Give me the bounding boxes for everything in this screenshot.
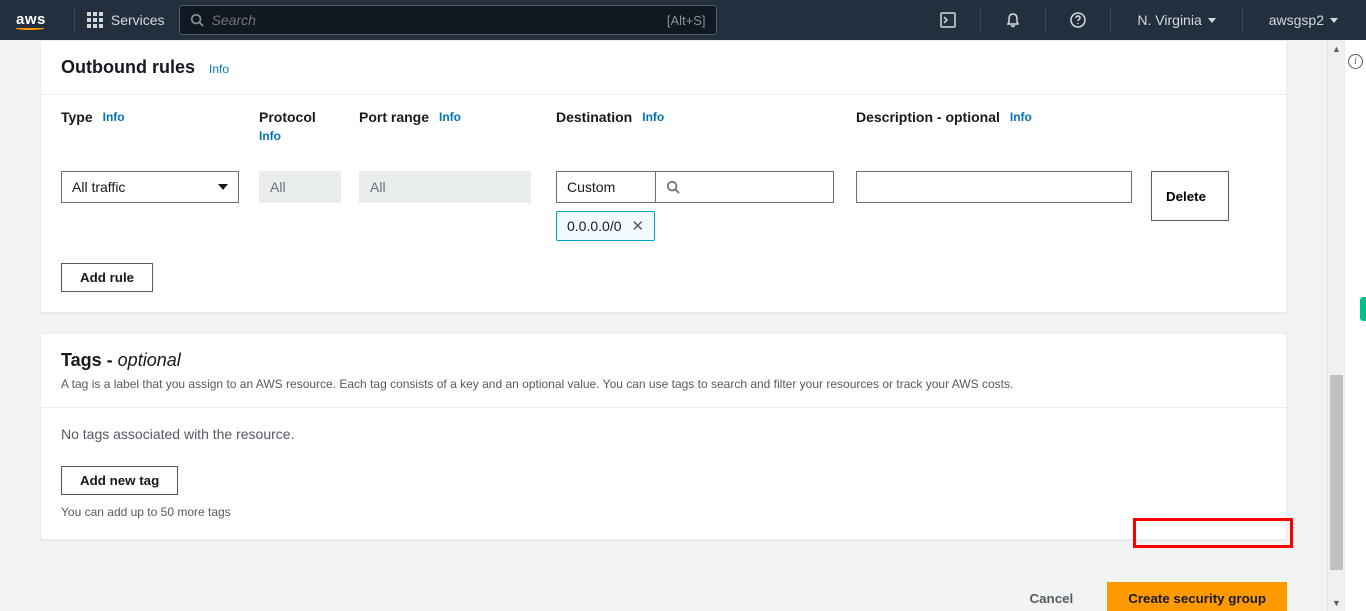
rule-type-select[interactable]: All traffic [61,171,239,203]
col-destination-label: Destination [556,109,632,125]
add-new-tag-button[interactable]: Add new tag [61,466,178,495]
scroll-thumb[interactable] [1330,375,1343,570]
cancel-button[interactable]: Cancel [1014,583,1090,611]
tags-panel: Tags - optional A tag is a label that yo… [40,333,1287,540]
info-link[interactable]: Info [439,110,461,124]
nav-divider [980,8,981,32]
grid-icon [87,12,103,28]
col-description-label: Description - optional [856,109,1000,125]
tags-optional: optional [118,350,181,370]
destination-search-input[interactable] [656,171,834,203]
chevron-down-icon [1330,18,1338,23]
panel-header: Tags - optional A tag is a label that yo… [41,334,1286,408]
destination-mode-select[interactable]: Custom [556,171,656,203]
nav-right: N. Virginia awsgsp2 [930,2,1350,38]
panel-header: Outbound rules Info [41,41,1286,95]
destination-mode-value: Custom [567,179,615,195]
nav-divider [1110,8,1111,32]
tags-hint: You can add up to 50 more tags [61,505,1266,519]
tags-title: Tags - [61,350,118,370]
search-icon [666,180,680,194]
rules-column-headers: Type Info Protocol Info Port range Info [41,95,1286,143]
search-icon [190,13,204,27]
info-link[interactable]: Info [259,129,359,143]
col-port-label: Port range [359,109,429,125]
nav-divider [74,8,75,32]
help-panel-strip: i [1344,40,1366,611]
chevron-down-icon [218,184,228,190]
rule-protocol-field: All [259,171,341,203]
region-selector[interactable]: N. Virginia [1125,2,1227,38]
info-link[interactable]: Info [642,110,664,124]
main-content: Outbound rules Info Type Info Protocol I… [0,40,1327,611]
info-link[interactable]: Info [1010,110,1032,124]
top-nav: aws Services [Alt+S] N. Virginia [0,0,1366,40]
nav-divider [1242,8,1243,32]
vertical-scrollbar[interactable]: ▲ ▼ [1327,40,1344,611]
col-type-label: Type [61,109,93,125]
rule-description-input[interactable] [856,171,1132,203]
nav-divider [1045,8,1046,32]
info-link[interactable]: Info [209,62,229,76]
page-actions: Cancel Create security group [0,560,1327,611]
feedback-tab[interactable] [1360,297,1366,321]
services-menu-button[interactable]: Services [87,12,165,28]
account-label: awsgsp2 [1269,12,1324,28]
panel-title: Outbound rules [61,57,195,78]
remove-token-icon[interactable]: ✕ [632,219,645,234]
chevron-down-icon [1208,18,1216,23]
info-icon: i [1354,56,1357,67]
cloudshell-icon [940,12,956,28]
region-label: N. Virginia [1137,12,1201,28]
search-shortcut: [Alt+S] [667,13,706,28]
add-rule-button[interactable]: Add rule [61,263,153,292]
outbound-rules-panel: Outbound rules Info Type Info Protocol I… [40,40,1287,313]
rule-port-value: All [370,179,386,195]
col-protocol-label: Protocol [259,109,316,125]
create-security-group-button[interactable]: Create security group [1107,582,1287,611]
aws-logo-text: aws [16,11,46,28]
help-icon [1070,12,1086,28]
delete-rule-button[interactable]: Delete [1151,171,1229,221]
rule-row: All traffic All All [41,143,1286,255]
scroll-down-arrow-icon[interactable]: ▼ [1328,594,1345,611]
aws-logo[interactable]: aws [16,11,46,30]
cloudshell-button[interactable] [930,2,966,38]
info-link[interactable]: Info [103,110,125,124]
rule-type-value: All traffic [72,179,125,195]
bell-icon [1005,12,1021,28]
info-panel-toggle[interactable]: i [1348,54,1363,69]
scroll-up-arrow-icon[interactable]: ▲ [1328,40,1345,57]
global-search[interactable]: [Alt+S] [179,5,717,35]
destination-token: 0.0.0.0/0 ✕ [556,211,655,241]
notifications-button[interactable] [995,2,1031,38]
destination-token-value: 0.0.0.0/0 [567,218,622,234]
services-label: Services [111,12,165,28]
rule-port-field: All [359,171,531,203]
help-button[interactable] [1060,2,1096,38]
search-input[interactable] [212,12,667,28]
account-menu[interactable]: awsgsp2 [1257,2,1350,38]
tags-empty-text: No tags associated with the resource. [61,426,1266,442]
rule-protocol-value: All [270,179,286,195]
tags-description: A tag is a label that you assign to an A… [61,377,1266,391]
